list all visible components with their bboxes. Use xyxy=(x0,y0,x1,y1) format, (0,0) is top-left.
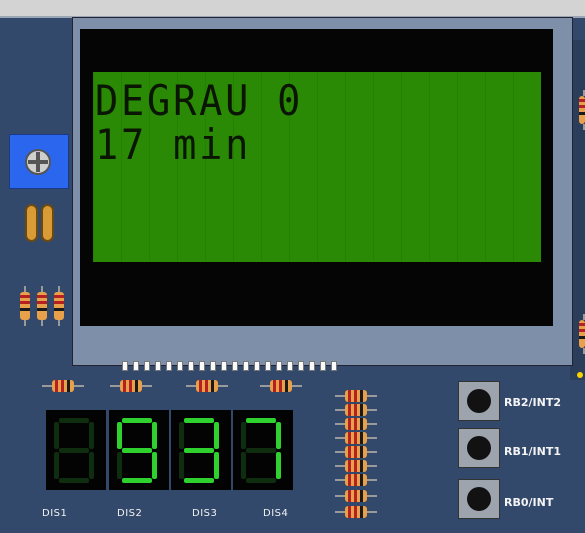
capacitor-icon xyxy=(41,204,54,242)
display-label-dis3: DIS3 xyxy=(192,508,218,519)
seven-segment-display-2 xyxy=(109,410,169,490)
resistor-icon xyxy=(335,404,377,416)
push-button-icon[interactable] xyxy=(467,389,491,413)
lcd-line-1: DEGRAU 0 xyxy=(95,76,304,125)
resistor-icon xyxy=(335,460,377,472)
button-label-rb2-int2: RB2/INT2 xyxy=(504,396,561,409)
indicator-dot xyxy=(577,372,583,378)
resistor-icon xyxy=(54,286,64,326)
resistor-icon xyxy=(260,380,302,392)
potentiometer-icon[interactable] xyxy=(25,149,51,175)
seven-segment-display-1 xyxy=(46,410,106,490)
lcd-pin-header xyxy=(122,361,337,371)
button-rb2-int2[interactable] xyxy=(458,381,500,421)
display-label-dis2: DIS2 xyxy=(117,508,143,519)
potentiometer[interactable] xyxy=(9,134,69,189)
resistor-icon xyxy=(335,474,377,486)
button-rb0-int[interactable] xyxy=(458,479,500,519)
resistor-icon xyxy=(335,506,377,518)
display-label-dis4: DIS4 xyxy=(263,508,289,519)
resistor-icon xyxy=(335,418,377,430)
resistor-icon xyxy=(579,314,585,354)
button-rb1-int1[interactable] xyxy=(458,428,500,468)
resistor-icon xyxy=(37,286,47,326)
resistor-icon xyxy=(186,380,228,392)
push-button-icon[interactable] xyxy=(467,487,491,511)
push-button-icon[interactable] xyxy=(467,436,491,460)
lcd-line-2: 17 min xyxy=(95,120,252,169)
seven-segment-display-4 xyxy=(233,410,293,490)
capacitor-icon xyxy=(25,204,38,242)
resistor-icon xyxy=(335,390,377,402)
resistor-icon xyxy=(335,446,377,458)
resistor-icon xyxy=(335,490,377,502)
resistor-icon xyxy=(20,286,30,326)
button-label-rb1-int1: RB1/INT1 xyxy=(504,445,561,458)
resistor-icon xyxy=(110,380,152,392)
resistor-icon xyxy=(579,90,585,130)
button-label-rb0-int: RB0/INT xyxy=(504,496,554,509)
lcd-screen: DEGRAU 0 17 min xyxy=(93,72,541,262)
display-label-dis1: DIS1 xyxy=(42,508,68,519)
resistor-icon xyxy=(42,380,84,392)
resistor-icon xyxy=(335,432,377,444)
seven-segment-display-3 xyxy=(171,410,231,490)
